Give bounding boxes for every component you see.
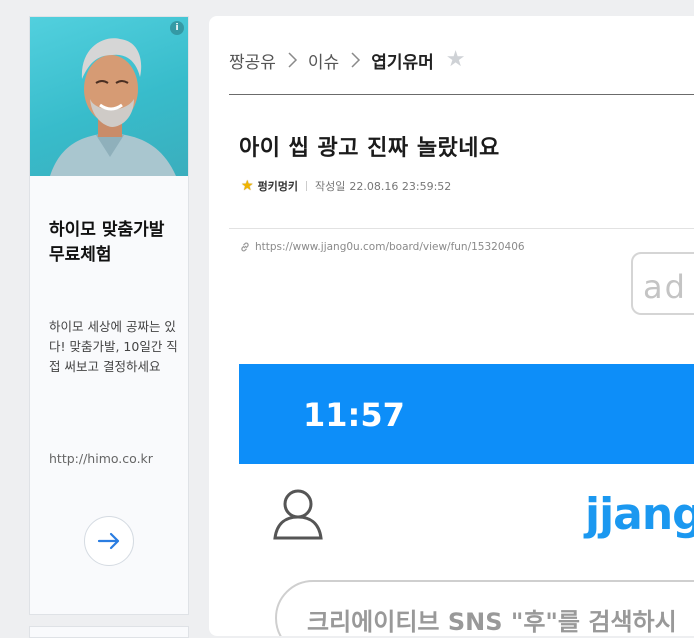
ad-badge[interactable]: ad [631,252,694,315]
sidebar-ad-card-next [29,626,189,638]
ad-title[interactable]: 하이모 맞춤가발 무료체험 [49,218,174,268]
embedded-search-text: 크리에이티브 SNS "후"를 검색하시 [307,608,677,636]
breadcrumb-item-current[interactable]: 엽기유머 [371,48,434,73]
arrow-right-icon [97,532,120,550]
chevron-right-icon [288,52,297,68]
ad-description: 하이모 세상에 공짜는 있다! 맞춤가발, 10일간 직접 써보고 결정하세요 [49,319,178,374]
link-icon [241,242,249,252]
ad-go-button[interactable] [84,516,134,566]
post-title: 아이 씹 광고 진짜 놀랐네요 [239,135,500,161]
chevron-right-icon [351,52,361,68]
date-label: 작성일 [315,180,346,193]
post-embedded-image: 11:57 jjang 크리에이티브 SNS "후"를 검색하시 [239,364,694,636]
ad-portrait-illustration [50,38,176,176]
post-url-text[interactable]: https://www.jjang0u.com/board/view/fun/1… [255,241,525,253]
embedded-status-time: 11:57 [303,396,405,434]
ad-info-icon[interactable]: i [170,21,184,35]
embedded-logo: jjang [585,489,694,540]
post-meta: ★ 펑키멍키 작성일 22.08.16 23:59:52 [241,178,451,194]
favorite-star-icon[interactable]: ★ [446,49,466,71]
user-icon [273,489,323,540]
sidebar-ad-card[interactable]: i 하이모 맞춤가발 무료체험 하이모 세상에 공짜는 있다! 맞춤가발, 10… [29,16,189,615]
article-panel: 짱공유 이슈 엽기유머 ★ 아이 씹 광고 진짜 놀랐네요 ★ 펑키멍키 작성일… [209,16,694,636]
embedded-status-bar: 11:57 [239,364,694,464]
divider [229,94,694,95]
breadcrumb-item-home[interactable]: 짱공유 [229,48,276,73]
divider [229,228,694,229]
post-url[interactable]: https://www.jjang0u.com/board/view/fun/1… [239,241,525,253]
ad-badge-label: ad [643,268,687,306]
author-badge-star-icon: ★ [241,178,254,194]
post-author[interactable]: 펑키멍키 [258,178,298,194]
ad-image[interactable]: i [30,17,188,176]
breadcrumb-item-issue[interactable]: 이슈 [308,48,339,73]
meta-separator [306,181,308,191]
breadcrumb: 짱공유 이슈 엽기유머 ★ [229,48,466,73]
ad-url[interactable]: http://himo.co.kr [49,451,153,466]
post-date: 22.08.16 23:59:52 [349,179,452,193]
embedded-search-bar: 크리에이티브 SNS "후"를 검색하시 [275,580,694,636]
